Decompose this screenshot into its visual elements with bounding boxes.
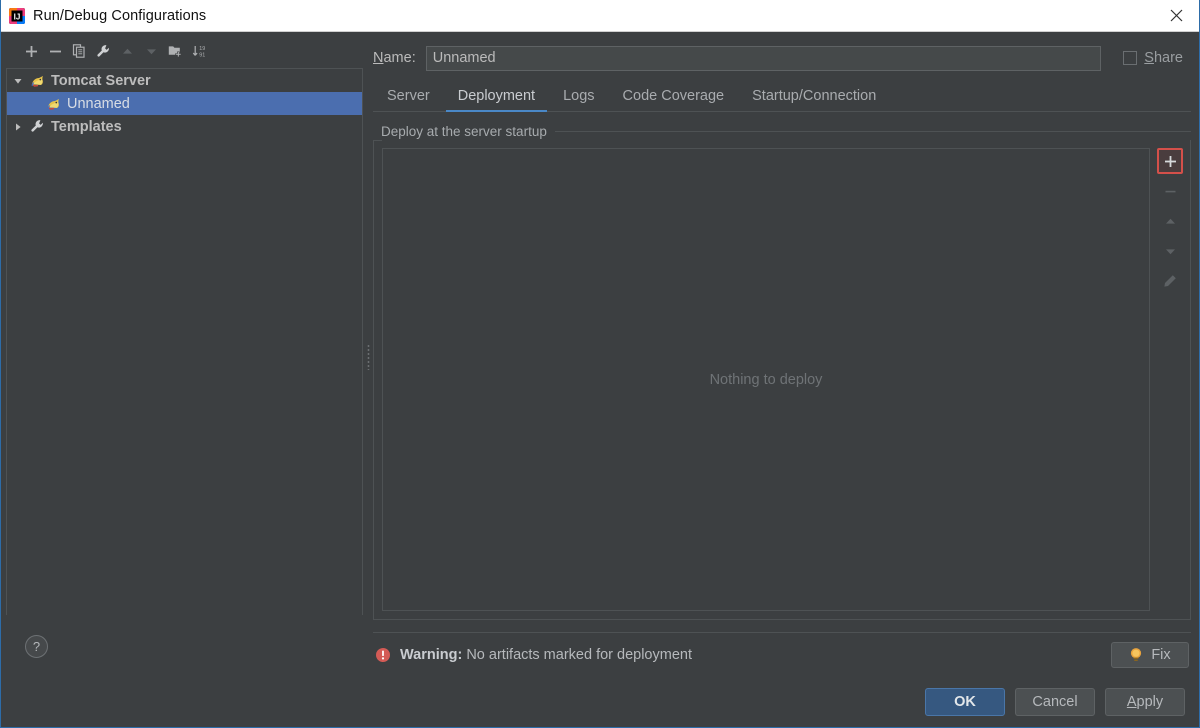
- fix-button[interactable]: Fix: [1111, 642, 1189, 668]
- move-artifact-up-button[interactable]: [1157, 208, 1183, 234]
- checkbox-box[interactable]: [1123, 51, 1138, 65]
- name-label-mnemonic: N: [373, 50, 384, 66]
- name-label-rest: ame:: [383, 50, 416, 66]
- share-label: Share: [1144, 50, 1183, 66]
- question-mark-icon[interactable]: ?: [25, 634, 48, 658]
- empty-list-message: Nothing to deploy: [709, 371, 823, 388]
- intellij-idea-logo-icon: IJ: [9, 7, 25, 24]
- run-debug-configurations-dialog: IJ Run/Debug Configurations 1 9 9 1 Tomc…: [0, 0, 1200, 728]
- deploy-group-box: Deploy at the server startup Nothing to …: [373, 122, 1191, 620]
- help-label: ?: [32, 638, 41, 654]
- dialog-body: 1 9 9 1 Tomcat Server Unnamed Templates …: [1, 32, 1199, 677]
- tab-logs[interactable]: Logs: [549, 81, 608, 111]
- tab-code-coverage[interactable]: Code Coverage: [609, 81, 739, 111]
- group-title: Deploy at the server startup: [381, 123, 547, 139]
- tree-node-label: Unnamed: [67, 95, 130, 112]
- expand-arrow-right-icon[interactable]: [7, 122, 29, 132]
- cancel-button[interactable]: Cancel: [1015, 688, 1095, 716]
- configurations-panel: 1 9 9 1 Tomcat Server Unnamed Templates …: [6, 37, 363, 677]
- move-down-button[interactable]: [140, 40, 162, 62]
- apply-label-rest: pply: [1136, 694, 1164, 710]
- fix-button-label: Fix: [1151, 647, 1171, 663]
- warning-text: Warning: No artifacts marked for deploym…: [400, 647, 692, 663]
- tomcat-icon: [29, 73, 46, 89]
- error-circle-icon: [375, 647, 391, 663]
- deployment-artifact-list[interactable]: Nothing to deploy: [382, 148, 1150, 611]
- close-icon[interactable]: [1153, 0, 1199, 31]
- tab-label: Startup/Connection: [752, 88, 877, 104]
- move-artifact-down-button[interactable]: [1157, 238, 1183, 264]
- tab-label: Deployment: [457, 88, 536, 104]
- tab-deployment[interactable]: Deployment: [444, 81, 549, 112]
- share-label-rest: hare: [1153, 50, 1183, 66]
- editor-tabs: Server Deployment Logs Code Coverage Sta…: [373, 81, 1191, 112]
- copy-configuration-button[interactable]: [68, 40, 90, 62]
- sort-configurations-button[interactable]: 1 9 9 1: [188, 40, 210, 62]
- tab-label: Code Coverage: [622, 88, 725, 104]
- tree-node-tomcat-server[interactable]: Tomcat Server: [7, 69, 362, 92]
- svg-text:1: 1: [202, 53, 205, 58]
- apply-mnemonic: A: [1126, 694, 1137, 710]
- move-up-button[interactable]: [116, 40, 138, 62]
- add-artifact-button[interactable]: [1157, 148, 1183, 174]
- warning-label: Warning:: [400, 647, 463, 663]
- edit-artifact-button[interactable]: [1157, 268, 1183, 294]
- name-input[interactable]: [425, 45, 1102, 71]
- remove-configuration-button[interactable]: [44, 40, 66, 62]
- configurations-toolbar: 1 9 9 1: [6, 37, 363, 65]
- warning-row: Warning: No artifacts marked for deploym…: [373, 633, 1191, 677]
- tree-node-templates[interactable]: Templates: [7, 115, 362, 138]
- wrench-icon: [29, 119, 46, 135]
- expand-arrow-down-icon[interactable]: [7, 76, 29, 86]
- ok-button-label: OK: [954, 694, 976, 710]
- help-area: ?: [6, 615, 363, 677]
- warning-message: No artifacts marked for deployment: [466, 647, 692, 663]
- tab-startup-connection[interactable]: Startup/Connection: [738, 81, 890, 111]
- svg-text:9: 9: [202, 46, 205, 52]
- tab-label: Logs: [563, 88, 595, 104]
- window-title: Run/Debug Configurations: [33, 7, 207, 24]
- lightbulb-icon: [1129, 647, 1143, 663]
- name-label: Name:: [373, 50, 416, 66]
- configurations-tree[interactable]: Tomcat Server Unnamed Templates: [6, 68, 363, 615]
- title-bar: IJ Run/Debug Configurations: [1, 0, 1199, 32]
- deployment-action-toolbar: [1150, 140, 1190, 619]
- group-title-row: Deploy at the server startup: [373, 122, 1191, 140]
- group-title-divider: [554, 130, 1191, 132]
- svg-text:IJ: IJ: [14, 12, 21, 21]
- tree-node-label: Tomcat Server: [51, 72, 151, 89]
- name-row: Name: Share: [373, 37, 1191, 73]
- apply-button[interactable]: Apply: [1105, 688, 1185, 716]
- dialog-footer: OK Cancel Apply: [1, 677, 1199, 727]
- splitter-grip: [366, 344, 370, 370]
- share-checkbox[interactable]: Share: [1123, 50, 1183, 66]
- share-label-mnemonic: S: [1144, 50, 1154, 66]
- ok-button[interactable]: OK: [925, 688, 1005, 716]
- tree-node-unnamed[interactable]: Unnamed: [7, 92, 362, 115]
- remove-artifact-button[interactable]: [1157, 178, 1183, 204]
- edit-templates-button[interactable]: [92, 40, 114, 62]
- panel-splitter[interactable]: [363, 37, 373, 677]
- add-configuration-button[interactable]: [20, 40, 42, 62]
- tab-label: Server: [387, 88, 430, 104]
- create-folder-button[interactable]: [164, 40, 186, 62]
- group-content: Nothing to deploy: [373, 140, 1191, 620]
- configuration-editor-panel: Name: Share Server Deployment Logs Code …: [373, 37, 1194, 677]
- cancel-button-label: Cancel: [1032, 694, 1078, 710]
- tab-server[interactable]: Server: [373, 81, 444, 111]
- tree-node-label: Templates: [51, 118, 122, 135]
- tomcat-icon: [45, 96, 62, 112]
- apply-button-label: Apply: [1127, 694, 1163, 710]
